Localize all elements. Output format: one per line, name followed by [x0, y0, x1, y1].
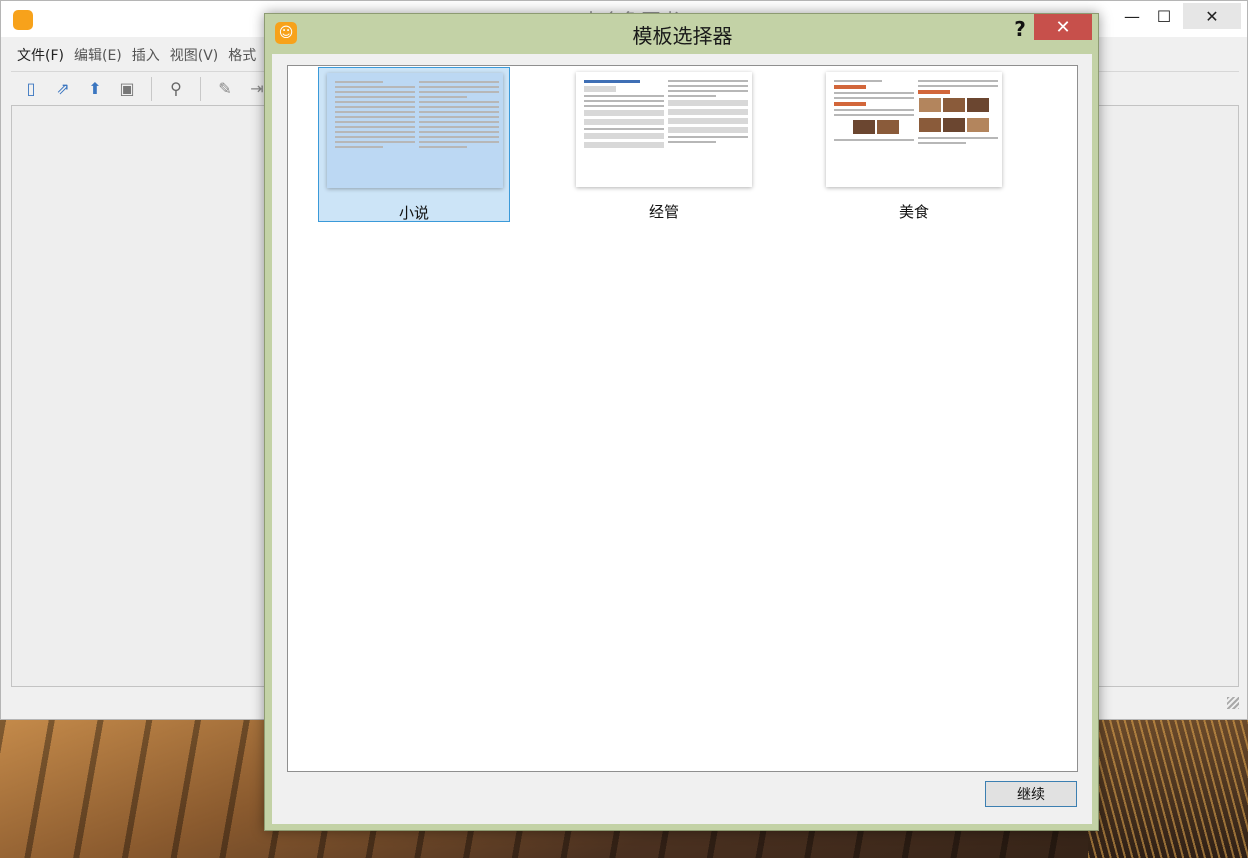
template-label: 小说: [398, 204, 429, 222]
open-icon[interactable]: ⇗: [49, 75, 77, 103]
template-item-business[interactable]: 经管: [568, 67, 760, 222]
template-list: 小说 经管 美食: [287, 65, 1078, 772]
dialog-title: 模板选择器: [632, 24, 733, 48]
new-icon[interactable]: ▯: [17, 75, 45, 103]
search-icon[interactable]: ⚲: [162, 75, 190, 103]
app-close-button[interactable]: ✕: [1183, 3, 1241, 29]
app-logo-icon: [13, 10, 33, 30]
menu-file[interactable]: 文件(F): [17, 45, 64, 65]
dialog-close-button[interactable]: ✕: [1034, 14, 1092, 40]
template-label: 经管: [648, 203, 679, 221]
desktop-wallpaper-grass: [1088, 720, 1248, 858]
menu-format[interactable]: 格式: [228, 45, 256, 65]
maximize-button[interactable]: ☐: [1141, 3, 1187, 29]
edit-icon[interactable]: ✎: [211, 75, 239, 103]
resize-grip[interactable]: [1227, 697, 1239, 709]
toolbar-divider: [151, 76, 152, 101]
template-item-food[interactable]: 美食: [818, 67, 1010, 222]
continue-button[interactable]: 继续: [985, 781, 1077, 807]
save-icon[interactable]: ▣: [113, 75, 141, 103]
menu-edit[interactable]: 编辑(E): [74, 45, 122, 65]
help-button[interactable]: ?: [1007, 16, 1033, 42]
template-label: 美食: [898, 203, 929, 221]
template-thumbnail-novel: [327, 73, 503, 188]
template-selector-dialog: ☺ 模板选择器 ? ✕ 小说 经管 美食 继续: [264, 13, 1099, 831]
template-item-novel[interactable]: 小说: [318, 67, 510, 222]
menu-insert[interactable]: 插入: [132, 45, 160, 65]
menu-view[interactable]: 视图(V): [170, 45, 219, 65]
upload-icon[interactable]: ⬆: [81, 75, 109, 103]
toolbar-divider: [200, 76, 201, 101]
dialog-body: 小说 经管 美食 继续: [272, 54, 1092, 824]
template-thumbnail-business: [576, 72, 752, 187]
template-thumbnail-food: [826, 72, 1002, 187]
